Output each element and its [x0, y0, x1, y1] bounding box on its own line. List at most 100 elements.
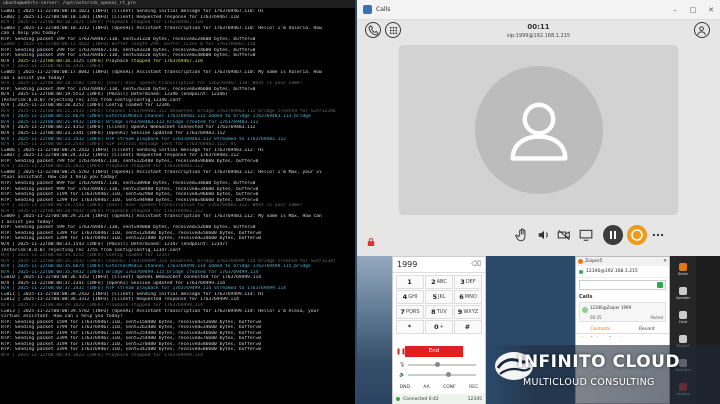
keypad-key[interactable]: #	[454, 320, 482, 334]
keypad-key[interactable]: 9 WXYZ	[454, 305, 482, 319]
raise-hand-icon[interactable]	[514, 227, 531, 243]
company-logo: INFINITO CLOUD MULTICLOUD CONSULTING	[487, 340, 720, 404]
dial-call-icon[interactable]	[657, 282, 663, 288]
speaker-volume-slider[interactable]: 🔈	[399, 372, 479, 378]
terminal-output[interactable]: C=001 | 2025-11-22T00:00:10.1021 [INFO] …	[0, 9, 355, 404]
dial-number-field[interactable]: 1999 ⌫	[393, 257, 485, 273]
dialer-panel: 1999 ⌫ 1 2 ABC 3 DEF 4 GHI 5 JKL 6 MNO 7 PQRS 8 TUV 9 WX…	[392, 256, 486, 404]
keypad-key[interactable]: 7 PQRS	[396, 305, 424, 319]
dialer-tab[interactable]: REC	[469, 385, 478, 393]
backspace-icon[interactable]: ⌫	[471, 260, 481, 269]
zoiper-title: Zoiper5	[585, 259, 603, 264]
active-call-item[interactable]: 12346@Zoiper 1999 00:25 Muted	[579, 302, 666, 322]
key-digit: 3	[460, 278, 465, 286]
zoiper-account[interactable]: 12346@192.168.1.215	[576, 266, 669, 278]
toolbar-item-icon	[679, 263, 687, 271]
dialer-function-tabs: DND AA CONF REC	[393, 385, 485, 393]
calls-app-icon	[363, 5, 372, 14]
key-letters: +	[439, 324, 444, 330]
zoiper-dial-field[interactable]	[579, 280, 666, 290]
record-button[interactable]	[627, 225, 647, 245]
background-wallpaper	[357, 256, 393, 404]
volume-icon: 🔈	[399, 372, 406, 378]
end-call-button[interactable]: End	[405, 345, 463, 357]
caller-avatar	[582, 307, 588, 313]
mute-status[interactable]: Muted	[650, 315, 663, 320]
toolbar-item-icon	[679, 287, 687, 295]
close-button[interactable]: ✕	[702, 6, 720, 14]
zoiper-tabs: Contacts Recent	[576, 327, 669, 334]
maximize-button[interactable]: □	[684, 6, 702, 14]
terminal-line: C=005 | 2025-11-22T00:00:17.0042 [INFO] …	[1, 70, 322, 76]
keypad-key[interactable]: 3 DEF	[454, 275, 482, 289]
call-controls	[357, 225, 720, 246]
speaker-icon[interactable]	[537, 227, 553, 243]
terminal-title: ubuntu@webrtc-server: /opt/asterisk_open…	[0, 0, 355, 8]
dialer-tab[interactable]: AA	[423, 385, 429, 393]
keypad-key[interactable]: *	[396, 320, 424, 334]
toolbar-item[interactable]: Dialer	[670, 260, 696, 280]
hold-button[interactable]	[603, 225, 623, 245]
minimize-button[interactable]: –	[666, 6, 684, 14]
keypad-key[interactable]: 8 TUV	[425, 305, 453, 319]
zoiper-tab[interactable]: Contacts	[590, 327, 610, 332]
terminal-line: N/A | 2025-11-22T00:00:35.6674 [INFO] Ex…	[1, 264, 311, 270]
terminal-line: C=009 | 2025-11-22T00:00:29.2134 [INFO] …	[1, 214, 322, 220]
terminal-window[interactable]: ubuntu@webrtc-server: /opt/asterisk_open…	[0, 0, 356, 404]
key-letters: WXYZ	[463, 309, 479, 315]
key-digit: 9	[457, 308, 463, 316]
status-dot-icon	[396, 397, 400, 401]
key-letters: DEF	[465, 279, 476, 285]
add-contact-icon[interactable]	[694, 22, 710, 38]
pause-icon[interactable]: ❚❚	[396, 348, 406, 355]
connection-status: Connected 0:42 12345	[393, 394, 485, 404]
terminal-line: N/A | 2025-11-22T00:00:28.7543 [INFO] [U…	[1, 203, 303, 209]
dialer-tab[interactable]: CONF	[443, 385, 456, 393]
keypad-key[interactable]: 5 JKL	[425, 290, 453, 304]
phone-icon[interactable]	[365, 22, 381, 38]
toolbar-item-icon	[679, 311, 687, 319]
dial-number: 1999	[397, 260, 418, 269]
call-timer: 00:11	[527, 23, 550, 31]
dialer-tab[interactable]: DND	[400, 385, 410, 393]
logo-title: INFINITO CLOUD	[517, 352, 681, 372]
keypad-key[interactable]: 1	[396, 275, 424, 289]
toolbar-item-label: Hold	[679, 320, 687, 324]
avatar	[474, 66, 603, 194]
key-digit: 4	[402, 293, 408, 301]
caller-name: 12346@Zoiper 1999	[590, 305, 632, 310]
logo-subtitle: MULTICLOUD CONSULTING	[523, 377, 655, 388]
keypad-key[interactable]: 6 MNO	[454, 290, 482, 304]
key-letters: PQRS	[405, 309, 420, 315]
key-letters: GHI	[408, 294, 418, 300]
video-off-icon[interactable]	[557, 227, 573, 243]
call-status: 00:11 sip:1999@192.168.1.215	[357, 20, 720, 42]
zoiper-calls-heading: Calls	[579, 294, 593, 300]
key-letters: ABC	[436, 279, 447, 285]
terminal-line: N/A | 2025-11-22T00:00:18.5582 [INFO] [U…	[1, 81, 303, 87]
extension-label: 12345	[467, 396, 482, 402]
keypad-key[interactable]: 0 +	[425, 320, 453, 334]
toolbar-item[interactable]: Hold	[670, 308, 696, 328]
remote-video-area	[399, 45, 678, 215]
dialpad-icon[interactable]	[385, 22, 401, 38]
status-text: Connected 0:42	[403, 396, 439, 402]
keypad-key[interactable]: 4 GHI	[396, 290, 424, 304]
key-letters: TUV	[436, 309, 447, 315]
zoiper-logo-icon	[578, 259, 583, 264]
screen-share-icon[interactable]	[579, 227, 595, 243]
zoiper-tab[interactable]: Recent	[639, 327, 655, 332]
call-duration: 00:25	[590, 315, 602, 320]
account-label: 12346@192.168.1.215	[586, 269, 638, 274]
zoiper-close-button[interactable]: ✕	[663, 259, 667, 264]
terminal-line: N/A | 2025-11-22T00:00:44.1023 [INFO] Pl…	[1, 352, 203, 358]
more-options-icon[interactable]	[651, 227, 667, 243]
key-letters: MNO	[464, 294, 477, 300]
toolbar-item[interactable]: Speaker	[670, 284, 696, 304]
keypad-key[interactable]: 2 ABC	[425, 275, 453, 289]
key-digit: #	[464, 323, 471, 331]
key-digit: 7	[400, 308, 405, 316]
key-digit: 8	[431, 308, 436, 316]
mic-volume-slider[interactable]: 🎙	[399, 362, 479, 368]
sip-address: sip:1999@192.168.1.215	[506, 33, 571, 39]
